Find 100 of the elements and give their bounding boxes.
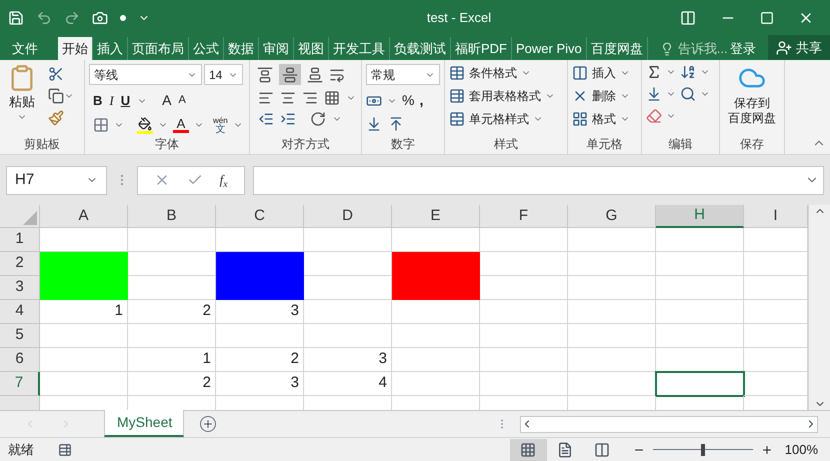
number-format-field[interactable]: 常规 (366, 64, 440, 85)
table-cell[interactable] (568, 348, 656, 372)
vertical-scrollbar[interactable] (808, 205, 830, 410)
font-name-field[interactable]: 等线 (89, 64, 202, 85)
zoom-level[interactable]: 100% (784, 440, 818, 460)
row-header[interactable]: 2 (0, 252, 40, 276)
style-button[interactable]: 条件格式 (449, 64, 555, 82)
table-cell[interactable] (40, 372, 128, 396)
percent-button[interactable]: % (402, 90, 414, 111)
table-cell[interactable] (392, 348, 480, 372)
paste-button[interactable]: 粘贴 (4, 64, 40, 134)
table-cell[interactable]: 3 (216, 372, 304, 396)
column-header[interactable]: E (392, 205, 480, 228)
ribbon-tab[interactable]: 开始 (58, 37, 93, 60)
table-cell[interactable] (656, 276, 744, 300)
table-cell[interactable]: 2 (128, 372, 216, 396)
table-cell[interactable] (480, 276, 568, 300)
zoom-in-icon[interactable] (760, 444, 773, 456)
table-cell[interactable]: 1 (40, 300, 128, 324)
shrink-font-button[interactable]: A (178, 92, 186, 109)
column-header[interactable]: A (40, 205, 128, 228)
border-icon[interactable] (93, 117, 109, 133)
underline-button[interactable]: U (120, 90, 130, 110)
table-cell[interactable]: 3 (304, 348, 392, 372)
table-cell[interactable] (656, 228, 744, 252)
filled-cell[interactable] (392, 252, 480, 276)
table-cell[interactable] (304, 228, 392, 252)
decrease-indent-icon[interactable] (258, 111, 274, 127)
sort-icon[interactable] (680, 64, 696, 80)
italic-button[interactable]: I (109, 90, 114, 110)
row-header[interactable]: 3 (0, 276, 40, 300)
middle-align-icon[interactable] (279, 64, 301, 85)
font-color-button[interactable]: A (173, 117, 189, 133)
wrap-text-icon[interactable] (329, 66, 345, 82)
horizontal-scrollbar[interactable] (520, 416, 818, 432)
filled-cell[interactable] (216, 276, 304, 300)
table-cell[interactable] (568, 324, 656, 348)
grow-font-button[interactable]: A (162, 90, 172, 111)
row-header[interactable]: 7 (0, 372, 40, 396)
insert-function-button[interactable]: f$_{x}$ (220, 170, 228, 190)
table-cell[interactable]: 4 (304, 372, 392, 396)
tell-me-field[interactable]: 告诉我... (678, 38, 728, 58)
cells-button[interactable]: 格式 (572, 110, 630, 128)
table-cell[interactable] (304, 300, 392, 324)
share-button[interactable]: 共享 (768, 35, 830, 60)
row-header[interactable]: 6 (0, 348, 40, 372)
zoom-slider-track[interactable] (652, 442, 753, 456)
table-cell[interactable] (656, 324, 744, 348)
table-cell[interactable] (392, 300, 480, 324)
merge-icon[interactable] (324, 90, 340, 106)
eraser-icon[interactable] (646, 108, 662, 124)
table-cell[interactable] (656, 300, 744, 324)
formula-field[interactable] (253, 166, 824, 194)
table-cell[interactable]: 2 (128, 300, 216, 324)
column-header[interactable]: H (656, 205, 744, 228)
column-header[interactable]: F (480, 205, 568, 228)
align-right-icon[interactable] (302, 90, 318, 106)
align-left-icon[interactable] (258, 90, 274, 106)
table-cell[interactable] (216, 324, 304, 348)
table-cell[interactable] (480, 228, 568, 252)
table-cell[interactable] (128, 228, 216, 252)
phonetic-button[interactable]: wén 文 (213, 116, 228, 134)
table-cell[interactable] (480, 372, 568, 396)
table-cell[interactable] (656, 252, 744, 276)
save-to-cloud-button[interactable]: 保存到 百度网盘 (724, 64, 780, 134)
cells-button[interactable]: 删除 (572, 87, 630, 105)
table-cell[interactable]: 2 (216, 348, 304, 372)
style-button[interactable]: 单元格样式 (449, 110, 555, 128)
table-cell[interactable] (480, 348, 568, 372)
cells-button[interactable]: 插入 (572, 64, 630, 82)
column-header[interactable]: C (216, 205, 304, 228)
filled-cell[interactable] (392, 276, 480, 300)
search-icon[interactable] (680, 86, 696, 102)
table-cell[interactable] (568, 228, 656, 252)
table-cell[interactable]: 3 (216, 300, 304, 324)
cut-icon[interactable] (48, 66, 64, 82)
table-cell[interactable] (40, 324, 128, 348)
ribbon-tab[interactable]: 文件 (8, 37, 42, 60)
view-button[interactable] (510, 438, 547, 460)
maximize-icon[interactable] (760, 10, 774, 24)
table-cell[interactable] (480, 252, 568, 276)
table-cell[interactable] (128, 324, 216, 348)
zoom-slider-thumb[interactable] (700, 444, 705, 456)
table-cell[interactable] (568, 300, 656, 324)
row-header[interactable]: 5 (0, 324, 40, 348)
comma-button[interactable]: , (419, 90, 424, 111)
table-cell[interactable] (568, 252, 656, 276)
sheet-tab[interactable]: MySheet (104, 410, 184, 437)
table-cell[interactable] (568, 276, 656, 300)
align-center-icon[interactable] (280, 90, 296, 106)
copy-icon[interactable] (48, 88, 64, 104)
row-header[interactable]: 4 (0, 300, 40, 324)
save-icon[interactable] (8, 10, 24, 26)
fill-color-icon[interactable] (137, 116, 153, 134)
add-sheet-icon[interactable] (200, 416, 216, 432)
row-header[interactable]: 1 (0, 228, 40, 252)
filled-cell[interactable] (216, 252, 304, 276)
table-cell[interactable] (480, 300, 568, 324)
name-box[interactable]: H7 (6, 166, 107, 194)
sign-in-link[interactable]: 登录 (730, 37, 756, 60)
